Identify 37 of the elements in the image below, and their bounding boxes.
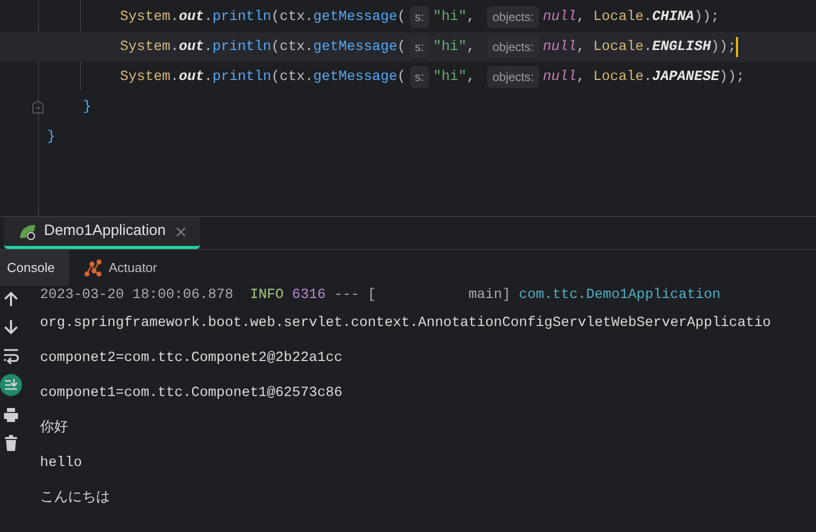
- spring-leaf-icon: [18, 222, 38, 240]
- nodes-icon: [82, 259, 103, 277]
- console-tab[interactable]: Console: [0, 250, 69, 286]
- code-text: System.out.println(ctx.getMessage(: [120, 38, 406, 56]
- fold-icon[interactable]: [32, 100, 44, 114]
- code-text: }: [83, 98, 92, 116]
- parameter-hint: objects:: [487, 66, 539, 88]
- close-icon[interactable]: [176, 226, 186, 236]
- code-text: System.out.println(ctx.getMessage(: [120, 8, 406, 26]
- console-line: 你好: [40, 419, 69, 438]
- parameter-hint: objects:: [487, 6, 539, 28]
- soft-wrap-icon[interactable]: [3, 346, 19, 364]
- code-text: "hi",: [433, 38, 476, 56]
- console-tab[interactable]: Actuator: [68, 250, 172, 286]
- console-line: こんにちは: [40, 489, 111, 508]
- code-text: }: [47, 128, 56, 146]
- code-text: null, Locale.JAPANESE));: [542, 68, 745, 86]
- code-text: System.out.println(ctx.getMessage(: [120, 68, 406, 86]
- trash-icon[interactable]: [3, 434, 19, 452]
- console-line: hello: [40, 454, 84, 473]
- code-text: null, Locale.ENGLISH));: [542, 38, 736, 56]
- parameter-hint: s:: [410, 36, 430, 58]
- code-text: "hi",: [433, 68, 476, 86]
- console-line: org.springframework.boot.web.servlet.context.AnnotationConfigServletWebServerApplicatio: [40, 314, 771, 333]
- console-line: componet1=com.ttc.Componet1@62573c86: [40, 384, 344, 403]
- code-text: null, Locale.CHINA));: [542, 8, 720, 26]
- parameter-hint: objects:: [487, 36, 539, 58]
- scroll-to-end-icon[interactable]: [0, 374, 22, 396]
- parameter-hint: s:: [410, 6, 430, 28]
- down-arrow-icon[interactable]: [3, 318, 19, 336]
- run-tab[interactable]: Demo1Application: [4, 217, 200, 249]
- console-line: 2023-03-20 18:00:06.878 INFO 6316 --- [ main] com.ttc.Demo1Application: [40, 286, 722, 304]
- parameter-hint: s:: [410, 66, 430, 88]
- console-line: componet2=com.ttc.Componet2@2b22a1cc: [40, 349, 344, 368]
- printer-icon[interactable]: [3, 406, 19, 424]
- up-arrow-icon[interactable]: [3, 290, 19, 308]
- code-text: "hi",: [433, 8, 476, 26]
